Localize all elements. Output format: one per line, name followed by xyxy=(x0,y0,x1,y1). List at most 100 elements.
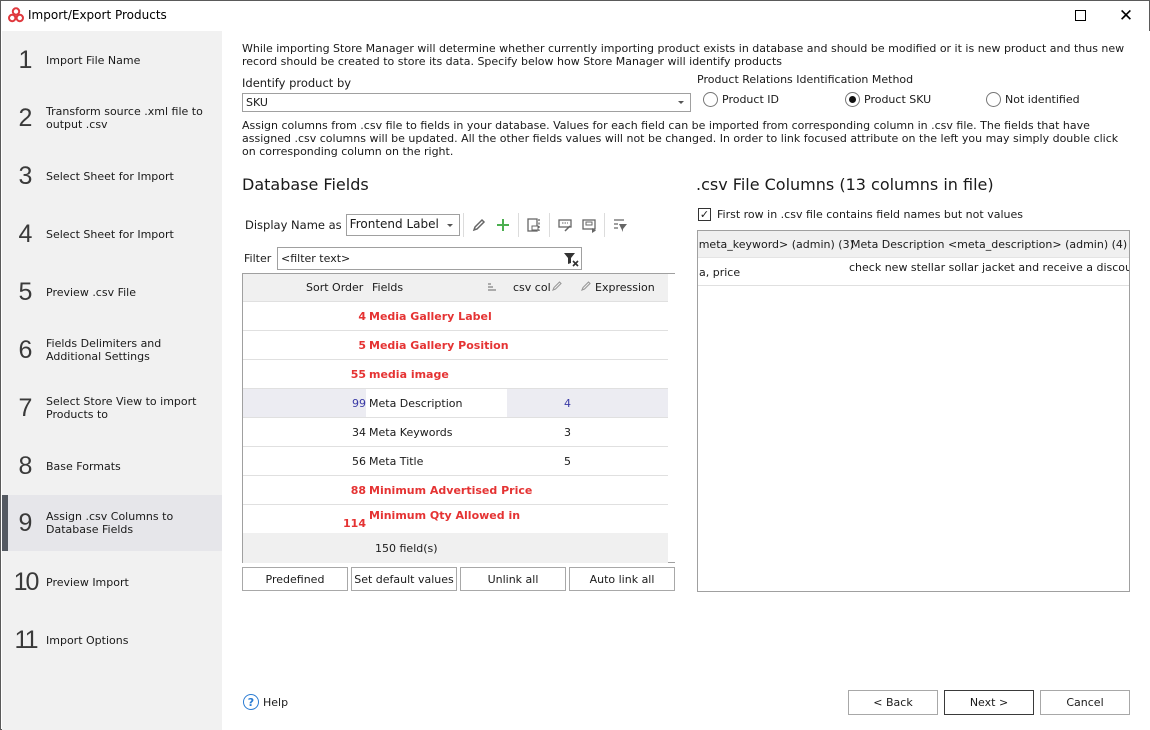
add-icon[interactable] xyxy=(491,213,515,237)
main-panel: While importing Store Manager will deter… xyxy=(222,31,1150,730)
step-number: 1 xyxy=(18,45,33,74)
sort-order-cell: 5 xyxy=(358,339,366,352)
column-header-expression[interactable]: Expression xyxy=(595,281,655,294)
field-name-cell: Minimum Advertised Price xyxy=(369,484,533,497)
step-label: Select Sheet for Import xyxy=(46,169,174,183)
csv-col-cell[interactable]: 4 xyxy=(564,397,571,410)
step-number: 2 xyxy=(18,103,33,132)
radio-circle xyxy=(703,92,718,107)
wizard-step-6[interactable]: 6 Fields Delimiters and Additional Settin… xyxy=(2,322,222,378)
step-number: 3 xyxy=(18,161,33,190)
field-name-cell: media image xyxy=(369,368,449,381)
wizard-step-5[interactable]: 5 Preview .csv File xyxy=(2,264,222,320)
step-label: Preview .csv File xyxy=(46,285,137,299)
sort-order-cell: 4 xyxy=(358,310,366,323)
column-header-sort-order[interactable]: Sort Order xyxy=(306,281,363,294)
step-number: 11 xyxy=(14,625,39,654)
csv-columns-grid: :meta_keyword> (admin) (3) Meta Descript… xyxy=(697,230,1130,592)
filter-placeholder: <filter text> xyxy=(281,252,351,265)
column-header-csv-col[interactable]: csv col xyxy=(513,281,551,294)
help-link[interactable]: ? Help xyxy=(243,694,288,710)
identify-product-label: Identify product by xyxy=(242,76,352,90)
radio-product-sku[interactable]: Product SKU xyxy=(845,92,931,107)
step-number: 10 xyxy=(13,567,40,596)
auto-link-all-button[interactable]: Auto link all xyxy=(569,567,675,591)
edit-icon[interactable] xyxy=(551,280,563,295)
sort-order-cell: 114 xyxy=(343,517,366,530)
intro-text: While importing Store Manager will deter… xyxy=(242,42,1125,68)
field-name-cell: Media Gallery Label xyxy=(369,310,492,323)
field-row[interactable]: 34 Meta Keywords 3 xyxy=(243,417,668,446)
wizard-steps-sidebar: 1 Import File Name 2 Transform source .xml… xyxy=(2,31,222,730)
wizard-step-11[interactable]: 11 Import Options xyxy=(2,612,222,668)
close-button[interactable]: ✕ xyxy=(1103,1,1149,30)
filter-input[interactable]: <filter text> xyxy=(277,247,582,270)
csv-column-header[interactable]: :meta_keyword> (admin) (3) xyxy=(698,238,854,251)
sort-icon[interactable] xyxy=(487,282,497,295)
field-row[interactable]: 114 Minimum Qty Allowed in xyxy=(243,504,668,533)
predefined-button[interactable]: Predefined xyxy=(242,567,348,591)
maximize-button[interactable] xyxy=(1057,1,1103,30)
column-header-fields[interactable]: Fields xyxy=(372,281,403,294)
step-label: Select Store View to import Products to xyxy=(46,395,197,421)
csv-col-cell[interactable]: 5 xyxy=(564,455,571,468)
relations-method-label: Product Relations Identification Method xyxy=(697,73,914,86)
csv-column-header[interactable]: Meta Description <meta_description> (adm… xyxy=(851,238,1127,251)
field-row-selected[interactable]: 99 Meta Description 4 xyxy=(243,388,668,417)
assign-instructions: Assign columns from .csv file to fields … xyxy=(242,119,1119,158)
wizard-step-4[interactable]: 4 Select Sheet for Import xyxy=(2,206,222,262)
field-row[interactable]: 4 Media Gallery Label xyxy=(243,301,668,330)
wizard-step-8[interactable]: 8 Base Formats xyxy=(2,438,222,494)
next-button[interactable]: Next > xyxy=(944,690,1034,715)
set-default-icon[interactable] xyxy=(553,213,577,237)
field-row[interactable]: 88 Minimum Advertised Price xyxy=(243,475,668,504)
step-label: Select Sheet for Import xyxy=(46,227,174,241)
identify-product-select[interactable]: SKU xyxy=(242,93,691,112)
radio-product-id[interactable]: Product ID xyxy=(703,92,779,107)
edit-icon[interactable] xyxy=(467,213,491,237)
radio-label: Product SKU xyxy=(864,93,932,106)
set-default-values-button[interactable]: Set default values xyxy=(351,567,457,591)
wizard-step-9[interactable]: 9 Assign .csv Columns to Database Fields xyxy=(2,495,222,551)
checkmark-icon: ✓ xyxy=(698,208,711,221)
help-icon: ? xyxy=(243,694,259,710)
edit-icon[interactable] xyxy=(580,280,592,295)
grid-scrollbar[interactable] xyxy=(668,274,675,562)
step-label: Import Options xyxy=(46,633,129,647)
wizard-step-10[interactable]: 10 Preview Import xyxy=(2,554,222,610)
csv-columns-title: .csv File Columns (13 columns in file) xyxy=(696,175,994,194)
clear-filter-icon[interactable] xyxy=(563,251,579,270)
toolbar-separator xyxy=(603,213,605,237)
auto-link-icon[interactable] xyxy=(577,213,601,237)
step-number: 6 xyxy=(18,335,33,364)
grid-header: Sort Order Fields csv col Expression xyxy=(243,274,668,301)
window-title: Import/Export Products xyxy=(28,8,167,22)
field-row[interactable]: 56 Meta Title 5 xyxy=(243,446,668,475)
database-fields-title: Database Fields xyxy=(242,175,369,194)
first-row-checkbox[interactable]: ✓ First row in .csv file contains field … xyxy=(698,208,1023,221)
field-row[interactable]: 5 Media Gallery Position xyxy=(243,330,668,359)
radio-not-identified[interactable]: Not identified xyxy=(986,92,1080,107)
field-name-cell: Minimum Qty Allowed in xyxy=(369,509,521,522)
csv-grid-header: :meta_keyword> (admin) (3) Meta Descript… xyxy=(698,231,1129,258)
wizard-step-7[interactable]: 7 Select Store View to import Products to xyxy=(2,380,222,436)
wizard-step-1[interactable]: 1 Import File Name xyxy=(2,32,222,88)
filter-sort-icon[interactable] xyxy=(608,213,632,237)
radio-label: Product ID xyxy=(722,93,779,106)
radio-label: Not identified xyxy=(1005,93,1080,106)
csv-data-row[interactable]: a, price check new stellar sollar jacket… xyxy=(698,258,1129,286)
field-row[interactable]: 55 media image xyxy=(243,359,668,388)
cancel-button[interactable]: Cancel xyxy=(1040,690,1130,715)
sort-order-cell: 56 xyxy=(352,455,366,468)
step-label: Fields Delimiters and Additional Setting… xyxy=(46,337,162,363)
wizard-step-2[interactable]: 2 Transform source .xml file to output .c… xyxy=(2,90,222,146)
display-name-label: Display Name as xyxy=(245,218,342,232)
link-fields-icon[interactable] xyxy=(522,213,546,237)
step-number: 5 xyxy=(18,277,33,306)
wizard-step-3[interactable]: 3 Select Sheet for Import xyxy=(2,148,222,204)
unlink-all-button[interactable]: Unlink all xyxy=(460,567,566,591)
display-name-select[interactable]: Frontend Label xyxy=(345,214,460,236)
csv-col-cell[interactable]: 3 xyxy=(564,426,571,439)
sort-order-cell: 99 xyxy=(352,397,366,410)
back-button[interactable]: < Back xyxy=(848,690,938,715)
